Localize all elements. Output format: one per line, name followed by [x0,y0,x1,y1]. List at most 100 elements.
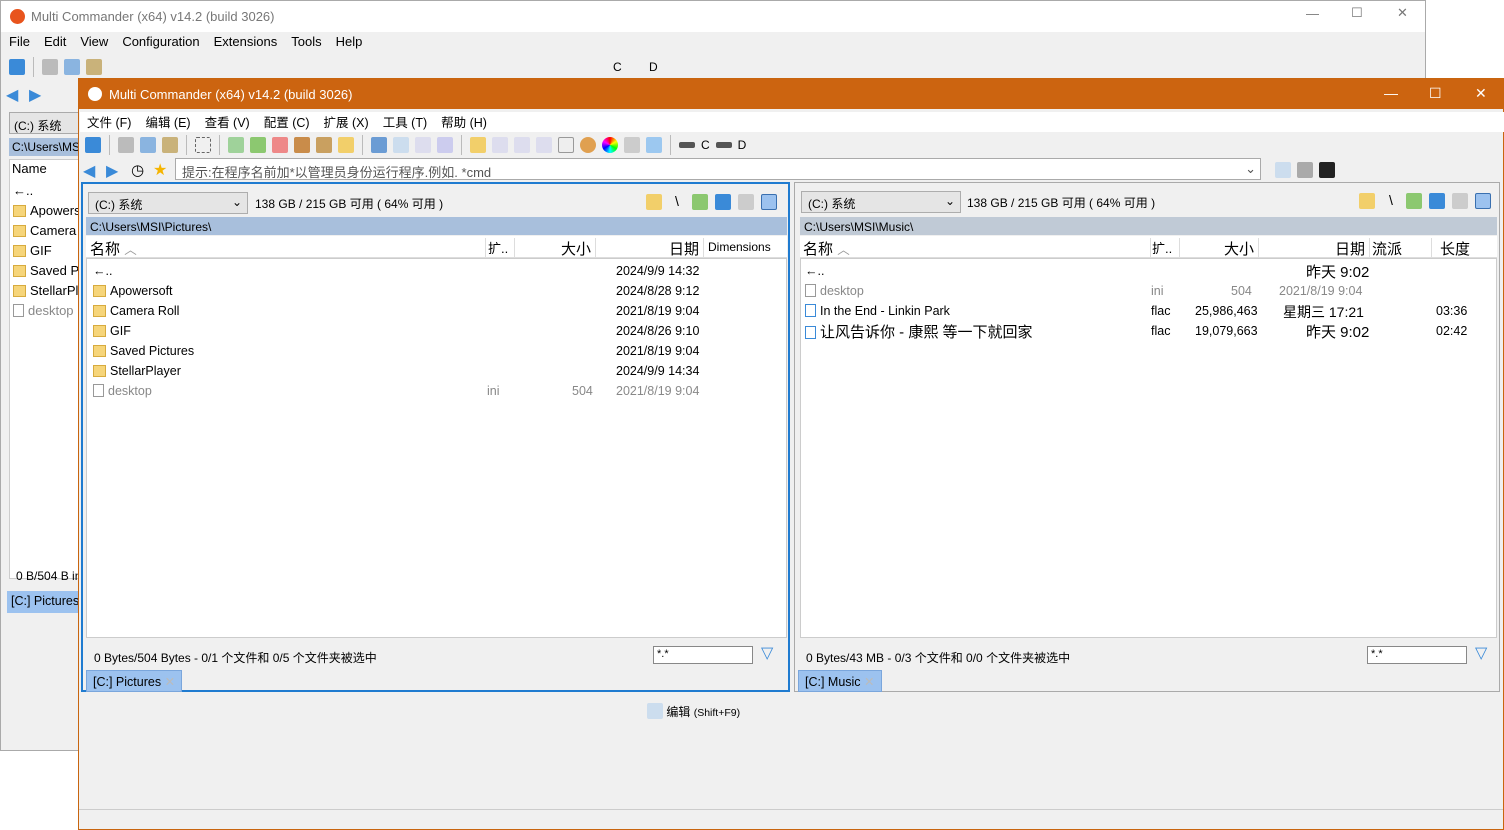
background-list-item[interactable]: GIF [13,241,79,261]
menu-config[interactable]: 配置 (C) [257,112,317,132]
notepad-icon[interactable] [1275,162,1291,178]
background-tab[interactable]: [C:] Pictures [7,591,79,613]
left-file-list[interactable]: ←.. 2024/9/9 14:32 Apowersoft 2024/8/28 9:… [86,258,787,638]
eye-icon[interactable] [580,137,596,153]
maximize-button[interactable]: ☐ [1351,5,1363,21]
paste-icon[interactable] [86,59,102,75]
extract-icon[interactable] [294,137,310,153]
filter-icon[interactable]: ▽ [1475,643,1487,663]
back-icon[interactable]: ◀ [83,161,95,181]
select-icon[interactable] [195,137,211,153]
col-size[interactable]: 大小 [1181,238,1259,258]
calculator-icon[interactable] [1297,162,1313,178]
console-icon[interactable] [1319,162,1335,178]
menu-view[interactable]: View [73,34,115,49]
background-list-item[interactable]: Saved Pictures [13,261,79,281]
music-icon[interactable] [371,137,387,153]
file-row[interactable]: Camera Roll 2021/8/19 9:04 [87,301,786,321]
parent-folder-icon[interactable] [692,194,708,210]
cut-icon[interactable] [42,59,58,75]
right-tab-music[interactable]: [C:] Music ✕ [798,670,882,692]
back-icon[interactable]: ◀ [6,85,18,105]
menu-help[interactable]: 帮助 (H) [434,112,494,132]
col-genre[interactable]: 流派 [1372,238,1432,258]
file-row[interactable]: ←.. 昨天 9:02 [801,261,1496,281]
copy-icon[interactable] [140,137,156,153]
background-list-item[interactable]: desktop [13,301,79,321]
col-date[interactable]: 日期 [598,238,704,258]
menu-tools[interactable]: 工具 (T) [376,112,434,132]
col-date[interactable]: 日期 [1260,238,1370,258]
left-column-header[interactable]: 名称 ︿ 扩.. 大小 日期 Dimensions [86,236,787,258]
menu-extensions[interactable]: Extensions [207,34,285,49]
clipboard-icon[interactable] [558,137,574,153]
cut-icon[interactable] [118,137,134,153]
left-path-bar[interactable]: C:\Users\MSI\Pictures\ [86,217,787,235]
left-tab-pictures[interactable]: [C:] Pictures ✕ [86,670,183,692]
new-file-icon[interactable] [228,137,244,153]
background-list-item[interactable]: ←.. [13,181,79,201]
background-list-item[interactable]: Camera Roll [13,221,79,241]
col-name[interactable]: 名称 ︿ [90,238,486,258]
edit-file-icon[interactable] [415,137,431,153]
view-file-icon[interactable] [393,137,409,153]
refresh-icon[interactable] [85,137,101,153]
menu-view[interactable]: 查看 (V) [198,112,257,132]
title-bar[interactable]: Multi Commander (x64) v14.2 (build 3026)… [79,79,1503,109]
doc-compare-icon[interactable] [514,137,530,153]
maximize-button[interactable]: ☐ [1429,85,1442,102]
menu-tools[interactable]: Tools [284,34,328,49]
menu-help[interactable]: Help [329,34,370,49]
move-file-icon[interactable] [250,137,266,153]
background-list-item[interactable]: StellarPlayer [13,281,79,301]
menu-file[interactable]: File [2,34,37,49]
forward-icon[interactable]: ▶ [29,85,41,105]
drive-c-icon[interactable] [679,142,695,148]
chevron-down-icon[interactable]: ⌄ [1245,161,1256,177]
search-icon[interactable] [437,137,453,153]
command-input[interactable]: 提示:在程序名前加*以管理员身份运行程序.例如. *cmd ⌄ [175,158,1261,180]
col-size[interactable]: 大小 [516,238,596,258]
drive-c-button[interactable]: C [701,138,710,152]
left-filter-input[interactable]: *.* [653,646,753,664]
drive-d-button[interactable]: D [738,138,747,152]
view-mode-icon[interactable] [761,194,777,210]
folder-size-icon[interactable] [470,137,486,153]
minimize-button[interactable]: — [1306,6,1319,21]
doc-icon[interactable] [492,137,508,153]
col-name[interactable]: 名称 ︿ [803,238,1151,258]
menu-configuration[interactable]: Configuration [115,34,206,49]
menu-extensions[interactable]: 扩展 (X) [317,112,376,132]
file-row[interactable]: In the End - Linkin Park flac 25,986,463 星期… [801,301,1496,321]
background-drive-select[interactable]: (C:) 系统 [9,112,81,134]
drive-d-button[interactable]: D [649,60,658,74]
refresh-panel-icon[interactable] [1429,193,1445,209]
right-path-bar[interactable]: C:\Users\MSI\Music\ [800,217,1497,235]
parent-folder-icon[interactable] [1406,193,1422,209]
main-window[interactable]: Multi Commander (x64) v14.2 (build 3026)… [78,78,1504,830]
left-drive-select[interactable]: (C:) 系统 ⌄ [88,192,248,214]
folder-tree-icon[interactable] [646,194,662,210]
paste-icon[interactable] [162,137,178,153]
file-row[interactable]: desktop ini 504 2021/8/19 9:04 [87,381,786,401]
close-button[interactable]: ✕ [1397,5,1408,21]
col-ext[interactable]: 扩.. [488,238,515,258]
file-row[interactable]: StellarPlayer 2024/9/9 14:34 [87,361,786,381]
right-file-list[interactable]: ←.. 昨天 9:02 desktop ini 504 2021/8/19 9:04 I… [800,258,1497,638]
delete-file-icon[interactable] [272,137,288,153]
refresh-icon[interactable] [9,59,25,75]
folder-tree-icon[interactable] [1359,193,1375,209]
background-name-header[interactable]: Name [12,161,47,176]
file-row[interactable]: GIF 2024/8/26 9:10 [87,321,786,341]
file-row[interactable]: Saved Pictures 2021/8/19 9:04 [87,341,786,361]
left-panel[interactable]: (C:) 系统 ⌄ 138 GB / 215 GB 可用 ( 64% 可用 ) \… [81,182,790,692]
file-row[interactable]: 让风告诉你 - 康熙 等一下就回家 flac 19,079,663 昨天 9:02 02… [801,321,1496,341]
copy-icon[interactable] [64,59,80,75]
root-icon[interactable]: \ [1389,192,1393,208]
refresh-panel-icon[interactable] [715,194,731,210]
new-folder-icon[interactable] [338,137,354,153]
col-length[interactable]: 长度 [1440,238,1470,258]
background-title-bar[interactable]: Multi Commander (x64) v14.2 (build 3026)… [1,1,1425,32]
right-column-header[interactable]: 名称 ︿ 扩.. 大小 日期 流派 长度 [800,236,1497,258]
menu-file[interactable]: 文件 (F) [80,112,138,132]
